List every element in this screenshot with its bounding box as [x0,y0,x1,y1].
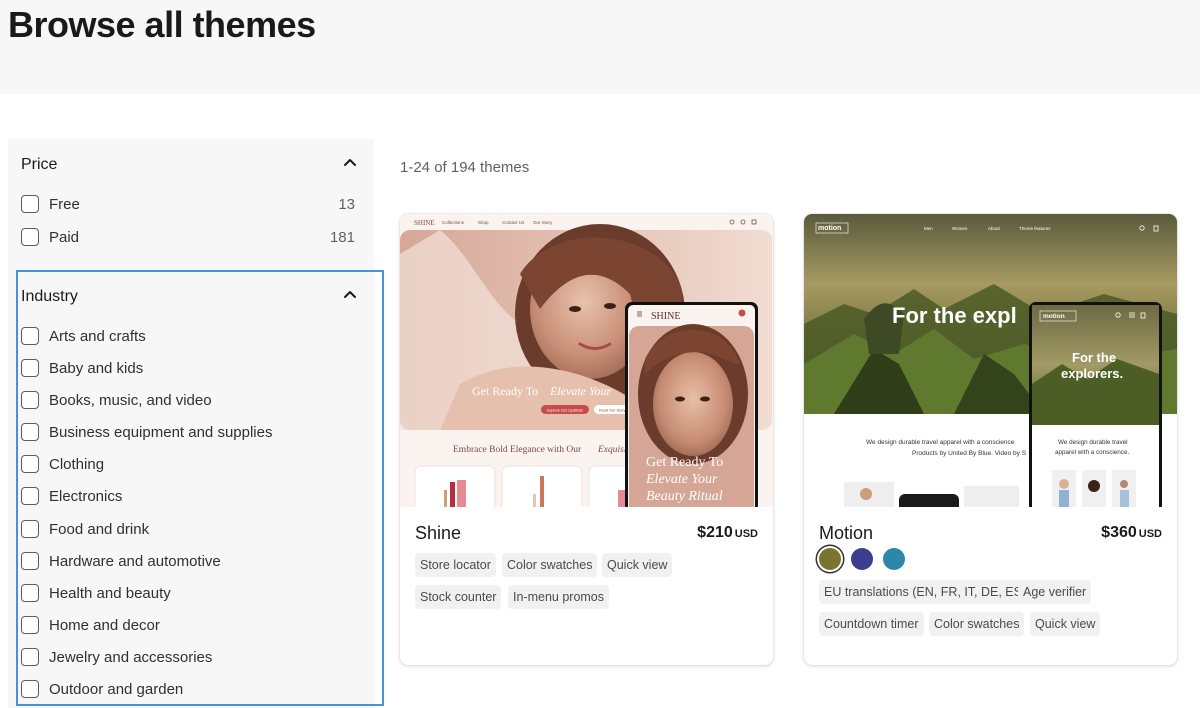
chevron-up-icon[interactable] [343,289,357,299]
filter-option-free[interactable]: Free 13 [21,194,361,214]
svg-text:We design durable travel appar: We design durable travel apparel with a … [866,439,1015,446]
checkbox[interactable] [21,327,39,345]
filter-option-paid[interactable]: Paid 181 [21,227,361,247]
feature-tag: Age verifier [1018,580,1092,604]
svg-text:Products by United By Blue. Vi: Products by United By Blue. Video by S [912,450,1027,457]
svg-text:Get Ready To: Get Ready To [646,455,723,470]
filter-option-food-and-drink[interactable]: Food and drink [21,519,361,539]
theme-preview-image[interactable]: SHINE Collections Shop Contact Us Our St… [400,214,773,507]
filter-option-clothing[interactable]: Clothing [21,454,361,474]
svg-text:Elevate Your: Elevate Your [549,384,612,398]
results-count: 1-24 of 194 themes [400,159,530,176]
checkbox[interactable] [21,616,39,634]
svg-text:Elevate Your: Elevate Your [645,472,718,487]
filter-option-label: Books, music, and video [49,391,212,409]
svg-text:Explore Our Lipsticks: Explore Our Lipsticks [547,409,583,413]
theme-price: $360 USD [1101,524,1162,541]
filter-price-title[interactable]: Price [21,156,57,174]
filter-option-arts-and-crafts[interactable]: Arts and crafts [21,326,361,346]
feature-tag: Color swatches [502,553,598,577]
svg-text:Read Our Story: Read Our Story [599,409,625,413]
feature-tag: EU translations (EN, FR, IT, DE, ES) [819,580,1032,604]
checkbox[interactable] [21,487,39,505]
svg-text:Contact Us: Contact Us [502,220,525,225]
preview-logo: motion [818,225,841,232]
filter-option-books-music-video[interactable]: Books, music, and video [21,390,361,410]
filter-option-label: Hardware and automotive [49,552,221,570]
svg-text:Beauty Ritual: Beauty Ritual [646,489,723,504]
svg-text:We design durable travel: We design durable travel [1058,439,1128,446]
checkbox[interactable] [21,228,39,246]
filter-option-label: Home and decor [49,616,160,634]
filter-option-label: Health and beauty [49,584,171,602]
svg-text:Women: Women [952,226,968,231]
checkbox[interactable] [21,391,39,409]
svg-text:About: About [988,226,1001,231]
filter-option-label: Baby and kids [49,359,144,377]
feature-tag: Countdown timer [819,612,924,636]
filter-option-label: Business equipment and supplies [49,423,273,441]
checkbox[interactable] [21,552,39,570]
color-swatch-indigo[interactable] [851,548,873,570]
svg-text:apparel with a conscience.: apparel with a conscience. [1055,449,1129,456]
filter-option-jewelry-accessories[interactable]: Jewelry and accessories [21,647,361,667]
chevron-up-icon[interactable] [343,157,357,167]
checkbox[interactable] [21,648,39,666]
feature-tag: Color swatches [929,612,1025,636]
filter-option-label: Food and drink [49,520,150,538]
color-swatch-teal[interactable] [883,548,905,570]
filter-option-label: Outdoor and garden [49,680,184,698]
filter-option-label: Free [49,195,80,213]
svg-text:Our Story: Our Story [533,220,553,225]
checkbox[interactable] [21,520,39,538]
filter-option-count: 181 [329,228,355,246]
theme-preview-image[interactable]: motion Men Women About Theme features Fo… [804,214,1177,507]
filter-option-label: Jewelry and accessories [49,648,213,666]
preview-mobile-logo: motion [1043,313,1065,320]
filter-option-hardware-automotive[interactable]: Hardware and automotive [21,551,361,571]
svg-text:For the expl: For the expl [892,303,1017,328]
page-title: Browse all themes [8,4,316,45]
checkbox[interactable] [21,423,39,441]
svg-text:Shop: Shop [478,220,489,225]
theme-price: $210 USD [697,524,758,541]
theme-card-shine[interactable]: SHINE Collections Shop Contact Us Our St… [400,214,773,665]
theme-card-motion[interactable]: motion Men Women About Theme features Fo… [804,214,1177,665]
svg-text:Collections: Collections [442,220,465,225]
filter-option-electronics[interactable]: Electronics [21,486,361,506]
preview-mobile-logo: SHINE [651,311,680,322]
svg-text:For the: For the [1072,350,1116,365]
feature-tag: Stock counter [415,585,502,609]
checkbox[interactable] [21,359,39,377]
filter-option-home-and-decor[interactable]: Home and decor [21,615,361,635]
filter-option-count: 13 [338,195,355,213]
theme-name[interactable]: Shine [415,523,461,544]
svg-text:Embrace Bold Elegance with Our: Embrace Bold Elegance with Our [453,445,582,455]
filter-option-label: Arts and crafts [49,327,146,345]
filter-option-label: Electronics [49,487,123,505]
svg-text:Men: Men [924,226,933,231]
checkbox[interactable] [21,195,39,213]
filter-option-label: Clothing [49,455,105,473]
svg-text:Get Ready To: Get Ready To [472,384,538,398]
feature-tag: In-menu promos [508,585,610,609]
feature-tag: Store locator [415,553,496,577]
color-swatch-olive[interactable] [819,548,841,570]
feature-tag: Quick view [1030,612,1101,636]
filter-industry-title[interactable]: Industry [21,288,78,306]
svg-text:Theme features: Theme features [1019,226,1051,231]
filter-option-outdoor-and-garden[interactable]: Outdoor and garden [21,679,361,699]
checkbox[interactable] [21,455,39,473]
checkbox[interactable] [21,680,39,698]
filter-option-baby-and-kids[interactable]: Baby and kids [21,358,361,378]
svg-text:explorers.: explorers. [1061,366,1123,381]
filter-option-business-equipment[interactable]: Business equipment and supplies [21,422,361,442]
theme-name[interactable]: Motion [819,523,873,544]
filter-option-health-and-beauty[interactable]: Health and beauty [21,583,361,603]
preview-logo: SHINE [414,219,435,227]
filter-option-label: Paid [49,228,80,246]
feature-tag: Quick view [602,553,673,577]
checkbox[interactable] [21,584,39,602]
